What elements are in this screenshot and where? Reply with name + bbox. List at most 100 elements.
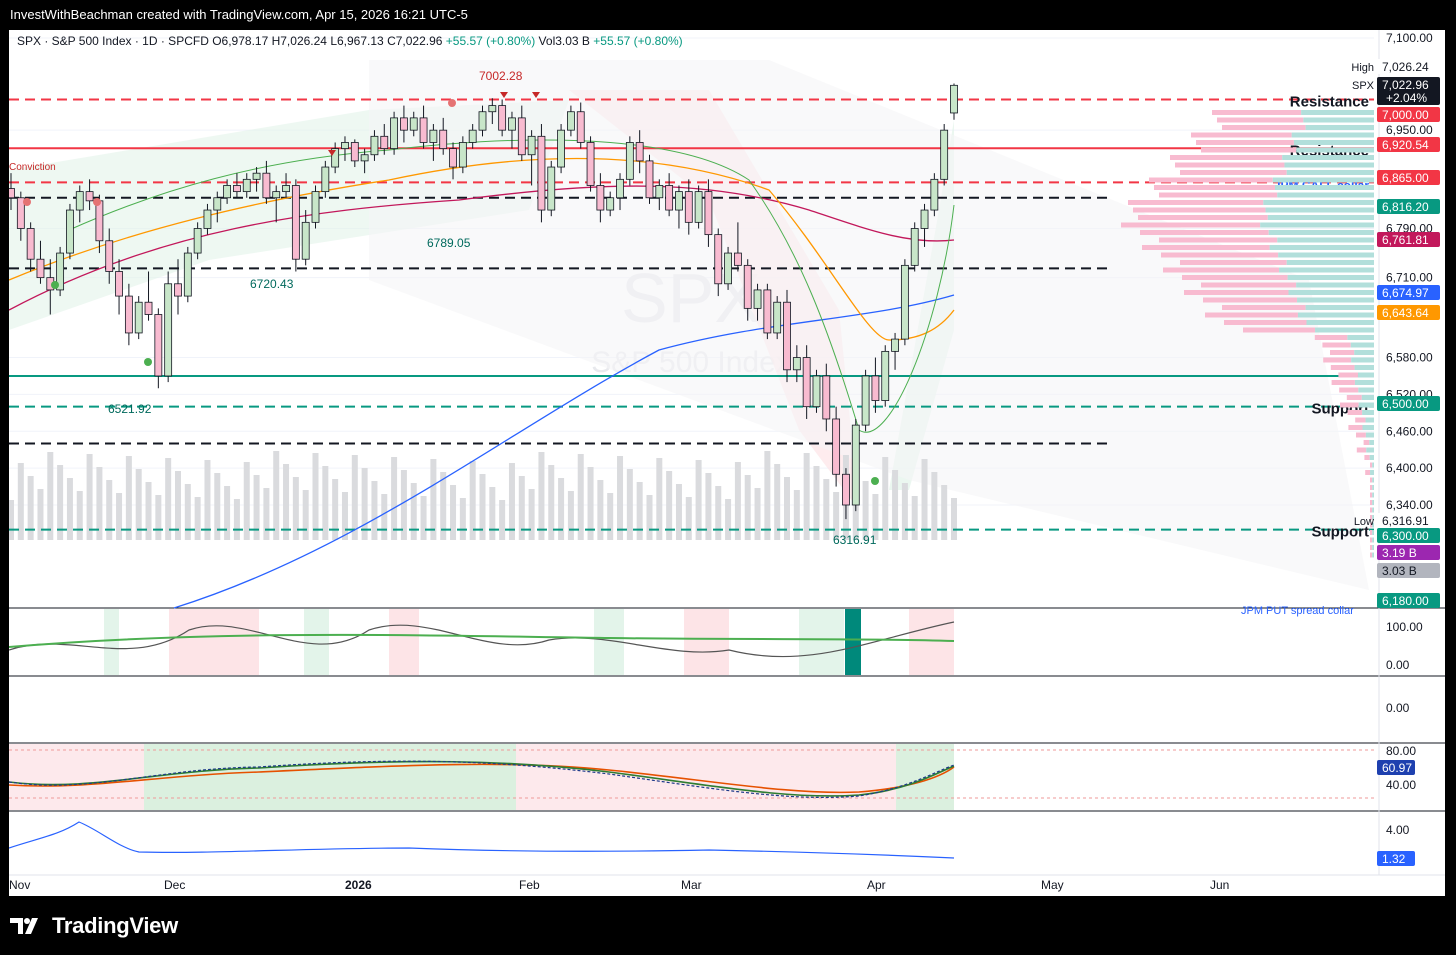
- volume-profile-bar: [1142, 245, 1270, 250]
- volume-profile-bar: [1128, 200, 1264, 205]
- signal-dot: [23, 198, 31, 206]
- volume-profile-bar: [1370, 462, 1373, 468]
- candle-body: [694, 191, 703, 223]
- chart-svg[interactable]: SPXS&P 500 IndexResistanceResistanceJPM …: [9, 30, 1445, 896]
- price-label-value: 3.03 B: [1382, 564, 1417, 578]
- volume-profile-bar: [1203, 297, 1298, 303]
- legend-volume: Vol3.03 B: [538, 34, 590, 48]
- price-label-value: 6,865.00: [1382, 171, 1429, 185]
- tradingview-logo[interactable]: TradingView: [10, 912, 178, 940]
- candle-body: [763, 289, 772, 334]
- volume-profile-bar: [1356, 447, 1367, 453]
- volume-bar: [391, 457, 398, 540]
- annotation-low-1: 6789.05: [427, 236, 471, 250]
- volume-profile-bar: [1372, 537, 1374, 543]
- volume-profile-bar: [1201, 282, 1297, 288]
- volume-bar: [636, 482, 643, 540]
- candle-body: [311, 191, 320, 223]
- candle-body: [616, 178, 624, 199]
- volume-bar: [273, 451, 280, 540]
- candle-body: [910, 228, 919, 266]
- rsi-last-value: 60.97: [1382, 761, 1412, 775]
- volume-profile-bar: [1354, 350, 1374, 355]
- price-tick-label: 7,100.00: [1386, 31, 1433, 45]
- volume-profile-bar: [1370, 507, 1373, 513]
- time-tick-label: Nov: [9, 878, 30, 892]
- candle-body: [851, 424, 860, 506]
- candle-body: [75, 191, 84, 211]
- candle-body: [478, 111, 487, 131]
- volume-profile-bar: [1159, 237, 1278, 243]
- volume-bar: [66, 478, 73, 540]
- candle-body: [419, 117, 428, 143]
- volume-bar: [420, 496, 427, 540]
- volume-profile-bar: [1372, 545, 1374, 550]
- rsi-band: [144, 744, 516, 810]
- osc-tick-label: 100.00: [1386, 620, 1423, 634]
- candle-body: [390, 117, 398, 150]
- signal-dot: [448, 99, 456, 107]
- candle-body: [439, 129, 448, 150]
- volume-profile-bar: [1305, 125, 1374, 130]
- volume-profile-bar: [1282, 155, 1374, 160]
- candle-body: [557, 129, 565, 168]
- volume-bar: [351, 455, 358, 540]
- candle-body: [291, 185, 300, 260]
- price-label-value: 6,316.91: [1382, 514, 1429, 528]
- price-label-value: 6,674.97: [1382, 286, 1429, 300]
- candle-body: [488, 105, 497, 113]
- candle-body: [282, 185, 290, 193]
- candle-body: [861, 375, 870, 426]
- volume-bar: [332, 479, 339, 540]
- candle-body: [940, 129, 949, 180]
- volume-profile-bar: [1364, 455, 1370, 460]
- volume-profile-bar: [1356, 432, 1366, 438]
- volume-profile-bar: [1305, 305, 1374, 310]
- volume-profile-bar: [1263, 200, 1374, 205]
- volume-profile-bar: [1287, 275, 1374, 280]
- volume-profile-bar: [1370, 492, 1373, 498]
- candle-body: [773, 301, 782, 334]
- candle-body: [272, 191, 281, 199]
- volume-profile-bar: [1330, 365, 1355, 370]
- volume-profile-bar: [1296, 282, 1374, 288]
- candle-body: [154, 314, 163, 377]
- volume-profile-bar: [1357, 372, 1374, 378]
- volume-profile-bar: [1370, 470, 1374, 475]
- candle-body: [645, 160, 654, 199]
- volume-bar: [17, 463, 24, 540]
- volume-bar: [312, 453, 319, 540]
- candle-body: [714, 234, 723, 285]
- volume-profile-bar: [1372, 500, 1374, 505]
- volume-profile-bar: [1224, 320, 1307, 325]
- volume-bar: [951, 498, 957, 540]
- candle-body: [871, 375, 880, 401]
- candle-body: [449, 148, 457, 168]
- volume-bar: [508, 463, 515, 540]
- chart-panel[interactable]: SPXS&P 500 IndexResistanceResistanceJPM …: [9, 30, 1445, 896]
- volume-bar: [194, 497, 201, 540]
- tradingview-brand: TradingView: [52, 913, 178, 938]
- volume-profile-bar: [1350, 342, 1374, 348]
- volume-bar: [37, 489, 44, 540]
- volume-profile-bar: [1268, 230, 1374, 235]
- volume-bar: [607, 493, 614, 540]
- volume-bar: [538, 452, 545, 540]
- candle-body: [586, 142, 595, 186]
- price-label-value: 6,816.20: [1382, 200, 1429, 214]
- volume-bar: [764, 451, 771, 540]
- symbol-legend: SPX · S&P 500 Index · 1D · SPCFD O6,978.…: [17, 34, 683, 48]
- price-label-value: 7,022.96: [1382, 78, 1429, 92]
- oscillator-band: [169, 609, 259, 675]
- candle-body: [85, 191, 94, 202]
- osc-tick-label: 0.00: [1386, 658, 1410, 672]
- volume-profile-bar: [1140, 230, 1269, 235]
- candle-body: [950, 84, 958, 114]
- volume-profile-bar: [1306, 320, 1374, 325]
- volume-bar: [656, 458, 663, 540]
- volume-bar: [617, 456, 624, 540]
- volume-bar: [224, 486, 231, 540]
- candle-body: [193, 228, 202, 254]
- volume-profile-bar: [1243, 327, 1316, 333]
- volume-profile-bar: [1370, 500, 1373, 505]
